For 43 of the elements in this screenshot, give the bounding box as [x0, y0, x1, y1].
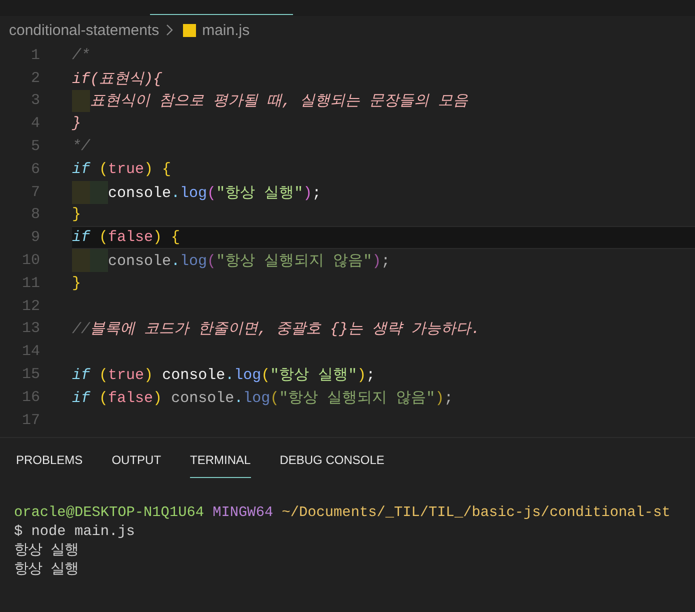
line-number: 7: [30, 184, 40, 201]
line-number: 17: [20, 412, 40, 429]
code-line: if (false) console.log("항상 실행되지 않음");: [72, 388, 454, 407]
code-line: }: [72, 274, 82, 292]
line-number: 15: [20, 366, 40, 384]
code-line: }: [72, 115, 82, 132]
line-number: 3: [30, 92, 40, 110]
code-line: if (true) console.log("항상 실행");: [72, 366, 376, 384]
line-number: 1: [30, 46, 40, 64]
code-line: console.log("항상 실행");: [108, 184, 322, 202]
line-number: 16: [20, 388, 40, 406]
code-line: if(표현식){: [72, 70, 162, 88]
panel-tab[interactable]: TERMINAL: [190, 442, 251, 478]
panel-tab[interactable]: DEBUG CONSOLE: [280, 442, 384, 478]
breadcrumb-folder[interactable]: conditional-statements: [9, 22, 160, 38]
code-line: }: [72, 206, 82, 224]
line-number: 2: [30, 70, 40, 87]
terminal-line: 항상 실행: [14, 542, 79, 561]
code-line: console.log("항상 실행되지 않음");: [108, 252, 390, 270]
js-file-icon: [183, 24, 196, 36]
code-line: 표현식이 참으로 평가될 때, 실행되는 문장들의 모음: [90, 92, 468, 110]
line-number: 12: [20, 298, 40, 315]
line-number: 13: [20, 320, 40, 338]
code-line: if (false) {: [72, 229, 180, 246]
code-line: */: [72, 138, 90, 156]
panel-tab[interactable]: OUTPUT: [112, 442, 162, 478]
panel-tab[interactable]: PROBLEMS: [16, 442, 83, 478]
line-number: 10: [20, 252, 40, 270]
code-line: /*: [72, 46, 90, 64]
line-number: 4: [30, 115, 40, 132]
code-line: //블록에 코드가 한줄이면, 중괄호 {}는 생략 가능하다.: [72, 320, 480, 338]
breadcrumb-file[interactable]: main.js: [202, 22, 250, 38]
line-number: 11: [20, 274, 40, 292]
line-number: 8: [30, 206, 40, 224]
chevron-icon: [165, 24, 174, 36]
line-number: 14: [20, 343, 40, 360]
code-line: if (true) {: [72, 160, 172, 178]
terminal-line: $ node main.js: [14, 523, 135, 542]
line-number: 5: [30, 138, 40, 156]
line-number: 6: [30, 160, 40, 178]
terminal-line: 항상 실행: [14, 561, 79, 580]
terminal-line: oracle@DESKTOP-N1Q1U64 MINGW64 ~/Documents/_TIL/TIL_/basic-js/conditional-st: [14, 504, 670, 523]
line-number: 9: [30, 229, 40, 246]
